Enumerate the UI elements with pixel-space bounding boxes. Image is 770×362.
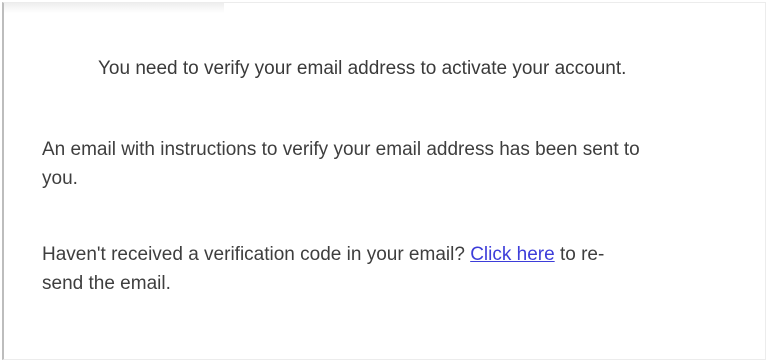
- resend-suffix-2: send the email.: [42, 273, 171, 294]
- top-shadow: [4, 3, 224, 13]
- resend-link[interactable]: Click here: [470, 244, 554, 265]
- email-sent-line-1: An email with instructions to verify you…: [42, 139, 640, 160]
- resend-message: Haven't received a verification code in …: [42, 240, 762, 298]
- resend-suffix-1: to re-: [559, 244, 605, 265]
- email-sent-line-2: you.: [42, 168, 78, 189]
- verification-heading: You need to verify your email address to…: [98, 58, 627, 79]
- email-sent-message: An email with instructions to verify you…: [42, 135, 762, 193]
- verification-panel: You need to verify your email address to…: [2, 2, 766, 360]
- resend-prefix: Haven't received a verification code in …: [42, 244, 465, 265]
